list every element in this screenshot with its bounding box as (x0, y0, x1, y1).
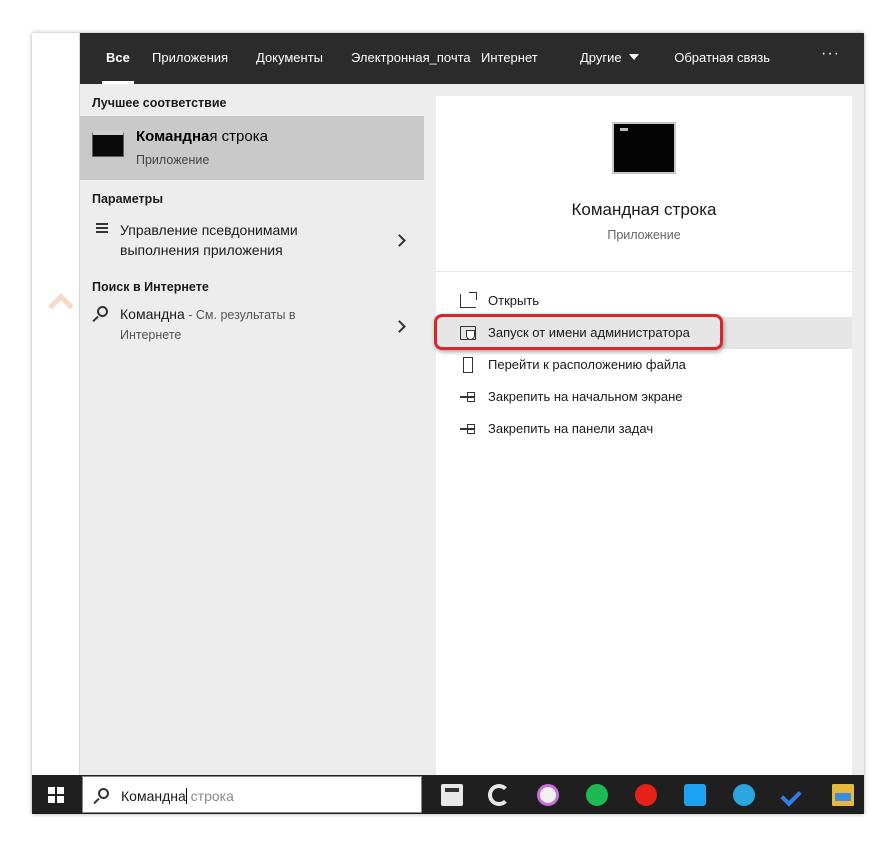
tab-apps[interactable]: Приложения (152, 50, 228, 84)
search-typed-text: Командна (121, 788, 186, 804)
search-panel: Все Приложения Документы Электронная_поч… (80, 33, 864, 775)
best-match-subtitle: Приложение (136, 153, 210, 167)
web-search-hint-line2: Интернете (120, 328, 182, 342)
pin-icon (460, 390, 476, 404)
more-options-icon[interactable]: ··· (821, 45, 840, 63)
command-prompt-large-icon (612, 122, 676, 174)
taskbar-search-input[interactable]: Командна строка (82, 776, 422, 813)
chevron-right-icon (393, 234, 406, 247)
results-list: Лучшее соответствие Командная строка При… (80, 84, 424, 775)
spotify-icon[interactable] (586, 784, 608, 806)
tab-documents[interactable]: Документы (256, 50, 323, 84)
twitter-icon[interactable] (684, 784, 706, 806)
file-explorer-icon[interactable] (832, 784, 854, 806)
preview-app-title: Командная строка (571, 200, 717, 219)
web-search-hint: - См. результаты в (184, 308, 296, 322)
search-icon (93, 788, 109, 805)
itunes-icon[interactable] (537, 784, 559, 806)
tab-other-label: Другие (580, 50, 622, 65)
tab-email[interactable]: Электронная_почта (351, 50, 471, 84)
action-file-location-label: Перейти к расположению файла (488, 357, 686, 372)
web-search-item[interactable]: Командна - См. результаты в Интернете (80, 302, 424, 352)
filter-tabs-bar: Все Приложения Документы Электронная_поч… (80, 33, 864, 84)
web-search-query: Командна (120, 306, 185, 322)
calculator-icon[interactable] (441, 784, 463, 806)
web-search-label: Командна - См. результаты в Интернете (120, 304, 296, 345)
action-pin-to-taskbar[interactable]: Закрепить на панели задач (436, 413, 852, 445)
taskbar: Командна строка (32, 775, 864, 814)
preview-app-subtitle: Приложение (607, 228, 681, 242)
highlight-box (434, 314, 723, 350)
chevron-right-icon (393, 320, 406, 333)
best-match-title: Командная строка (136, 128, 268, 145)
todo-icon[interactable] (782, 784, 804, 806)
pin-icon (460, 422, 476, 436)
search-window-frame: Все Приложения Документы Электронная_поч… (32, 33, 864, 814)
settings-item-label: Управление псевдонимами выполнения прило… (120, 220, 298, 260)
tab-other[interactable]: Другие (580, 50, 639, 84)
open-icon (460, 292, 477, 308)
action-pin-to-start[interactable]: Закрепить на начальном экране (436, 381, 852, 413)
web-search-header: Поиск в Интернете (92, 280, 209, 294)
divider (436, 271, 852, 272)
command-prompt-icon (92, 131, 124, 157)
list-settings-icon (92, 222, 108, 236)
search-autocomplete-text: строка (186, 788, 234, 804)
action-pin-start-label: Закрепить на начальном экране (488, 389, 683, 404)
search-icon (92, 306, 108, 323)
action-run-as-admin[interactable]: Запуск от имени администратора (434, 314, 852, 350)
search-query-text: Командна строка (121, 788, 234, 804)
youtube-icon[interactable] (635, 784, 657, 806)
action-open[interactable]: Открыть (436, 285, 852, 317)
best-match-title-rest: я строка (209, 128, 268, 145)
settings-header: Параметры (92, 192, 163, 206)
action-pin-taskbar-label: Закрепить на панели задач (488, 421, 654, 436)
best-match-item[interactable]: Командная строка Приложение (80, 116, 424, 180)
preview-pane: Командная строка Приложение Открыть Запу… (434, 96, 852, 775)
edge-icon[interactable] (488, 784, 510, 806)
action-open-file-location[interactable]: Перейти к расположению файла (436, 349, 852, 381)
file-location-icon (463, 357, 473, 373)
best-match-title-match: Командна (136, 128, 210, 145)
settings-item-line1: Управление псевдонимами (120, 222, 298, 238)
settings-item-app-aliases[interactable]: Управление псевдонимами выполнения прило… (80, 216, 424, 264)
feedback-button[interactable]: Обратная связь (674, 50, 770, 65)
decorative-chevron-icon (48, 293, 74, 319)
action-open-label: Открыть (488, 293, 540, 308)
telegram-icon[interactable] (733, 784, 755, 806)
best-match-header: Лучшее соответствие (92, 96, 227, 110)
tab-internet[interactable]: Интернет (481, 50, 538, 84)
chevron-down-icon (628, 54, 639, 60)
settings-item-line2: выполнения приложения (120, 242, 283, 258)
windows-start-icon[interactable] (48, 787, 64, 803)
desktop-strip (32, 33, 80, 775)
tab-all[interactable]: Все (102, 50, 134, 84)
